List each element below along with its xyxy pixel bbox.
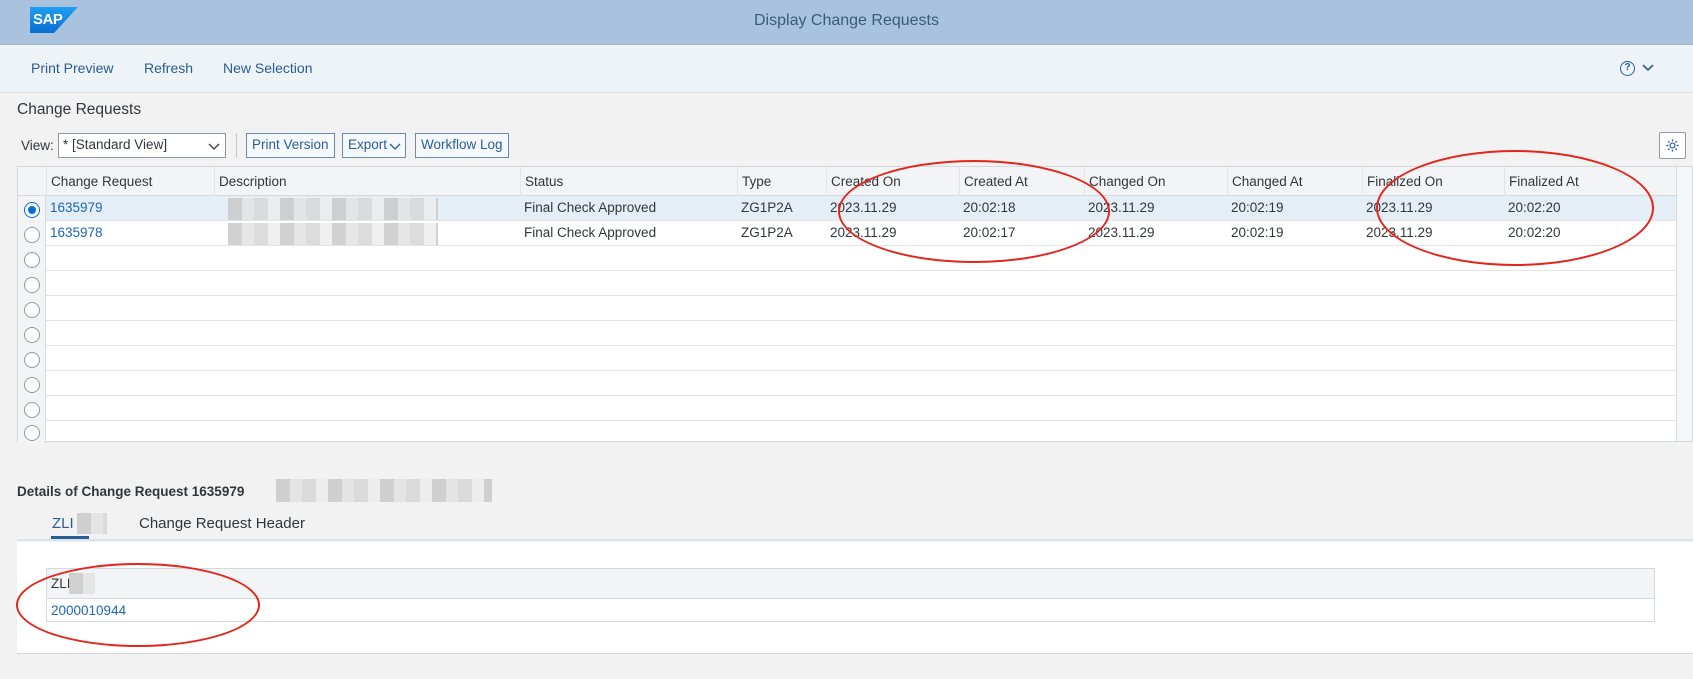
redacted-description <box>228 223 438 245</box>
table-row[interactable]: 1635978 Final Check Approved ZG1P2A 2023… <box>46 221 1678 246</box>
export-button[interactable]: Export <box>342 133 406 158</box>
changed-on-cell: 2023.11.29 <box>1088 225 1155 240</box>
status-cell: Final Check Approved <box>524 200 657 215</box>
column-header-description[interactable]: Description <box>214 167 520 196</box>
finalized-at-cell: 20:02:20 <box>1508 200 1561 215</box>
redacted-header-text <box>69 573 95 594</box>
row-radio[interactable] <box>24 327 40 343</box>
main-content: Change Requests View: * [Standard View] … <box>0 94 1693 679</box>
change-request-link[interactable]: 1635979 <box>46 196 103 220</box>
table-row[interactable]: 1635979 Final Check Approved ZG1P2A 2023… <box>46 196 1678 221</box>
column-header-status[interactable]: Status <box>520 167 737 196</box>
details-panel: ZLI 2000010944 <box>17 542 1693 654</box>
print-preview-button[interactable]: Print Preview <box>31 60 113 76</box>
empty-row[interactable] <box>46 419 1678 444</box>
column-header-type[interactable]: Type <box>737 167 826 196</box>
row-radio[interactable] <box>24 227 40 243</box>
column-header-change-request[interactable]: Change Request <box>46 167 214 196</box>
created-at-cell: 20:02:18 <box>963 200 1016 215</box>
toolbar-separator <box>236 133 237 158</box>
empty-row[interactable] <box>46 346 1678 371</box>
view-label: View: <box>21 138 54 153</box>
row-radio[interactable] <box>24 377 40 393</box>
zli-column-header[interactable]: ZLI <box>47 569 1654 599</box>
vertical-scrollbar[interactable] <box>1676 167 1692 441</box>
type-cell: ZG1P2A <box>741 225 793 240</box>
change-requests-grid: Change Request Description Status Type C… <box>17 166 1693 444</box>
new-selection-button[interactable]: New Selection <box>223 60 313 76</box>
column-header-created-on[interactable]: Created On <box>826 167 959 196</box>
finalized-on-cell: 2023.11.29 <box>1366 200 1433 215</box>
active-tab-indicator <box>51 536 89 539</box>
changed-at-cell: 20:02:19 <box>1231 225 1284 240</box>
change-request-link[interactable]: 1635978 <box>46 221 103 245</box>
workflow-log-button[interactable]: Workflow Log <box>415 133 509 158</box>
details-title: Details of Change Request 1635979 <box>17 484 245 499</box>
empty-row[interactable] <box>46 396 1678 421</box>
redacted-details-description <box>276 479 492 502</box>
finalized-at-cell: 20:02:20 <box>1508 225 1561 240</box>
row-radio[interactable] <box>24 402 40 418</box>
row-radio-selected[interactable] <box>24 202 40 218</box>
finalized-on-cell: 2023.11.29 <box>1366 225 1433 240</box>
export-button-label: Export <box>348 137 388 152</box>
grid-header: Change Request Description Status Type C… <box>18 167 1678 196</box>
column-header-changed-on[interactable]: Changed On <box>1084 167 1227 196</box>
redacted-tab-text <box>77 513 107 534</box>
app-title: Display Change Requests <box>754 12 939 29</box>
row-radio[interactable] <box>24 252 40 268</box>
refresh-button[interactable]: Refresh <box>144 60 193 76</box>
section-title: Change Requests <box>17 101 142 118</box>
column-header-created-at[interactable]: Created At <box>959 167 1084 196</box>
print-version-button[interactable]: Print Version <box>246 133 335 158</box>
tab-zli[interactable]: ZLI <box>52 515 74 532</box>
type-cell: ZG1P2A <box>741 200 793 215</box>
row-radio[interactable] <box>24 277 40 293</box>
shell-bar: SAP Display Change Requests <box>0 0 1693 45</box>
view-select-value: * [Standard View] <box>63 137 168 152</box>
empty-row[interactable] <box>46 321 1678 346</box>
details-tabbar: ZLI Change Request Header <box>17 509 1693 541</box>
zli-value-link[interactable]: 2000010944 <box>47 599 1654 623</box>
redacted-description <box>228 198 438 220</box>
changed-at-cell: 20:02:19 <box>1231 200 1284 215</box>
empty-row[interactable] <box>46 371 1678 396</box>
row-radio[interactable] <box>24 302 40 318</box>
view-select[interactable]: * [Standard View] <box>58 133 226 158</box>
chevron-down-icon[interactable] <box>1641 60 1655 74</box>
created-at-cell: 20:02:17 <box>963 225 1016 240</box>
chevron-down-icon <box>208 143 220 150</box>
chevron-down-icon <box>389 143 401 150</box>
settings-button[interactable] <box>1659 132 1686 159</box>
empty-row[interactable] <box>46 246 1678 271</box>
help-icon[interactable]: ? <box>1620 61 1635 76</box>
column-header-changed-at[interactable]: Changed At <box>1227 167 1362 196</box>
row-radio[interactable] <box>24 425 40 441</box>
zli-table: ZLI 2000010944 <box>46 568 1655 622</box>
status-cell: Final Check Approved <box>524 225 657 240</box>
column-header-finalized-on[interactable]: Finalized On <box>1362 167 1504 196</box>
row-radio[interactable] <box>24 352 40 368</box>
zli-column-header-label: ZLI <box>51 576 71 591</box>
gear-icon <box>1666 139 1679 152</box>
created-on-cell: 2023.11.29 <box>830 200 897 215</box>
column-header-finalized-at[interactable]: Finalized At <box>1504 167 1678 196</box>
empty-row[interactable] <box>46 271 1678 296</box>
tab-change-request-header[interactable]: Change Request Header <box>139 515 305 532</box>
created-on-cell: 2023.11.29 <box>830 225 897 240</box>
app-toolbar: Print Preview Refresh New Selection ? <box>0 45 1693 93</box>
empty-row[interactable] <box>46 296 1678 321</box>
changed-on-cell: 2023.11.29 <box>1088 200 1155 215</box>
